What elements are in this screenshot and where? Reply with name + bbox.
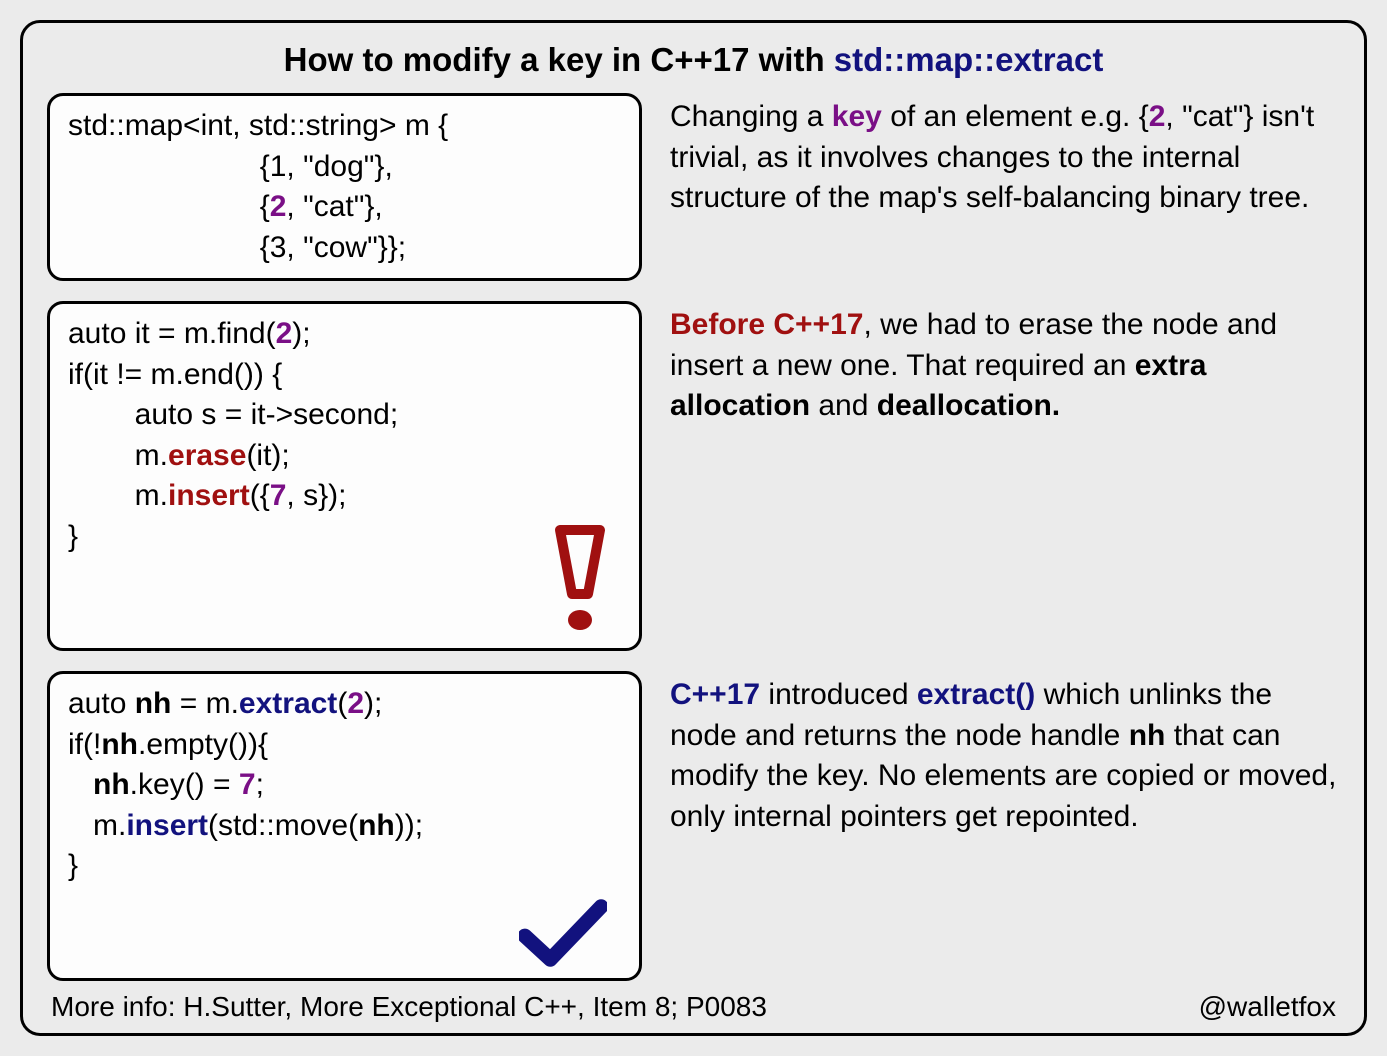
footer: More info: H.Sutter, More Exceptional C+… [47, 991, 1340, 1023]
check-icon [519, 898, 607, 968]
row-cpp17: auto nh = m.extract(2); if(!nh.empty()){… [47, 671, 1340, 981]
code-box-declaration: std::map<int, std::string> m { {1, "dog"… [47, 93, 642, 281]
warning-exclamation-icon [549, 524, 611, 634]
desc-before: Before C++17, we had to erase the node a… [670, 301, 1340, 651]
row-before-cpp17: auto it = m.find(2); if(it != m.end()) {… [47, 301, 1340, 651]
code-box-before: auto it = m.find(2); if(it != m.end()) {… [47, 301, 642, 651]
footer-reference: More info: H.Sutter, More Exceptional C+… [51, 991, 767, 1023]
title-prefix: How to modify a key in C++17 with [284, 41, 834, 78]
row-declaration: std::map<int, std::string> m { {1, "dog"… [47, 93, 1340, 281]
card-title: How to modify a key in C++17 with std::m… [47, 41, 1340, 79]
code-box-cpp17: auto nh = m.extract(2); if(!nh.empty()){… [47, 671, 642, 981]
title-highlight: std::map::extract [834, 41, 1104, 78]
desc-declaration: Changing a key of an element e.g. {2, "c… [670, 93, 1340, 281]
desc-cpp17: C++17 introduced extract() which unlinks… [670, 671, 1340, 981]
footer-handle: @walletfox [1199, 991, 1336, 1023]
info-card: How to modify a key in C++17 with std::m… [20, 20, 1367, 1036]
